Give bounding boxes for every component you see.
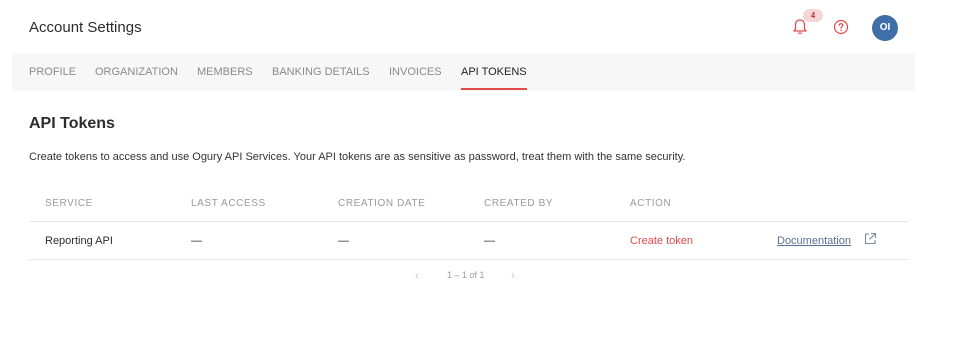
next-page-chevron-icon[interactable]: › [511, 268, 515, 282]
page-title: Account Settings [29, 19, 142, 36]
tab-profile[interactable]: PROFILE [29, 54, 76, 91]
cell-service: Reporting API [45, 235, 113, 247]
help-question-icon[interactable] [833, 19, 849, 35]
tab-api-tokens[interactable]: API TOKENS [461, 54, 527, 91]
cell-creation-date: — [338, 235, 349, 247]
header: Account Settings 4 OI [0, 0, 968, 54]
section-title: API Tokens [29, 115, 115, 132]
api-tokens-table: SERVICE LAST ACCESS CREATION DATE CREATE… [29, 186, 908, 260]
column-header-action: ACTION [630, 198, 672, 209]
tab-members[interactable]: MEMBERS [197, 54, 253, 91]
table-header-row: SERVICE LAST ACCESS CREATION DATE CREATE… [29, 186, 908, 222]
user-avatar[interactable]: OI [872, 15, 898, 41]
cell-last-access: — [191, 235, 202, 247]
tab-invoices[interactable]: INVOICES [389, 54, 442, 91]
create-token-button[interactable]: Create token [630, 235, 693, 247]
column-header-service: SERVICE [45, 198, 93, 209]
notification-count-badge: 4 [803, 9, 823, 22]
cell-created-by: — [484, 235, 495, 247]
pagination: ‹ 1 – 1 of 1 › [0, 268, 968, 284]
column-header-last-access: LAST ACCESS [191, 198, 266, 209]
column-header-created-by: CREATED BY [484, 198, 554, 209]
tab-banking-details[interactable]: BANKING DETAILS [272, 54, 370, 91]
section-description: Create tokens to access and use Ogury AP… [29, 151, 686, 163]
column-header-creation-date: CREATION DATE [338, 198, 426, 209]
previous-page-chevron-icon[interactable]: ‹ [415, 268, 419, 282]
pagination-info: 1 – 1 of 1 [447, 270, 485, 280]
table-row: Reporting API — — — Create token Documen… [29, 222, 908, 260]
external-link-icon[interactable] [864, 232, 877, 245]
settings-tab-bar: PROFILE ORGANIZATION MEMBERS BANKING DET… [12, 54, 915, 91]
tab-organization[interactable]: ORGANIZATION [95, 54, 178, 91]
documentation-link[interactable]: Documentation [777, 235, 851, 247]
